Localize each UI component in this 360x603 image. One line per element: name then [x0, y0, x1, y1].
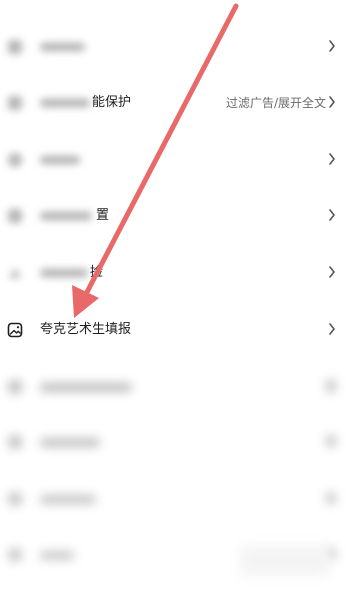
- chevron-right-icon: [326, 492, 336, 504]
- chevron-right-icon: [329, 266, 335, 278]
- chevron-right-icon: [329, 96, 335, 108]
- settings-row-protection[interactable]: 能保护 过滤广告/展开全文: [0, 78, 360, 128]
- settings-list: 能保护 过滤广告/展开全文 置 捡 夸克艺术生填报: [0, 0, 360, 603]
- blurred-label: [40, 551, 74, 560]
- blurred-icon: [8, 40, 22, 54]
- row-label: 能保护: [92, 95, 132, 110]
- chevron-right-icon: [326, 380, 336, 392]
- chevron-right-icon: [329, 153, 335, 165]
- settings-row[interactable]: [0, 417, 360, 467]
- blurred-icon: [8, 380, 22, 394]
- blurred-icon: [8, 492, 22, 506]
- watermark-smudge: [240, 546, 330, 576]
- blurred-icon: [8, 548, 22, 562]
- blurred-label-prefix: [40, 212, 92, 220]
- blurred-label: [40, 156, 80, 164]
- blurred-icon: [9, 268, 21, 278]
- blurred-label: [40, 383, 132, 392]
- row-value: 过滤广告/展开全文: [225, 96, 326, 110]
- settings-row[interactable]: [0, 474, 360, 524]
- blurred-icon: [8, 209, 22, 223]
- shield-icon: [8, 96, 22, 110]
- chevron-right-icon: [329, 209, 335, 221]
- row-label: 置: [96, 208, 110, 223]
- blurred-label: [40, 43, 85, 51]
- blurred-icon: [8, 153, 22, 167]
- blurred-icon: [8, 435, 22, 449]
- settings-row[interactable]: [0, 22, 360, 72]
- blurred-label: [40, 438, 100, 447]
- chevron-right-icon: [326, 435, 336, 447]
- settings-row[interactable]: 捡: [0, 248, 360, 298]
- image-icon: [7, 322, 23, 338]
- row-label: 捡: [90, 265, 104, 280]
- blurred-label-prefix: [40, 269, 88, 277]
- chevron-right-icon: [329, 40, 335, 52]
- settings-row-quark-art-admission[interactable]: 夸克艺术生填报: [0, 305, 360, 355]
- settings-row[interactable]: [0, 135, 360, 185]
- row-label: 夸克艺术生填报: [40, 322, 132, 337]
- settings-row[interactable]: [0, 362, 360, 412]
- blurred-label: [40, 495, 96, 504]
- chevron-right-icon: [329, 323, 335, 335]
- blurred-label-prefix: [40, 99, 90, 107]
- settings-row[interactable]: 置: [0, 191, 360, 241]
